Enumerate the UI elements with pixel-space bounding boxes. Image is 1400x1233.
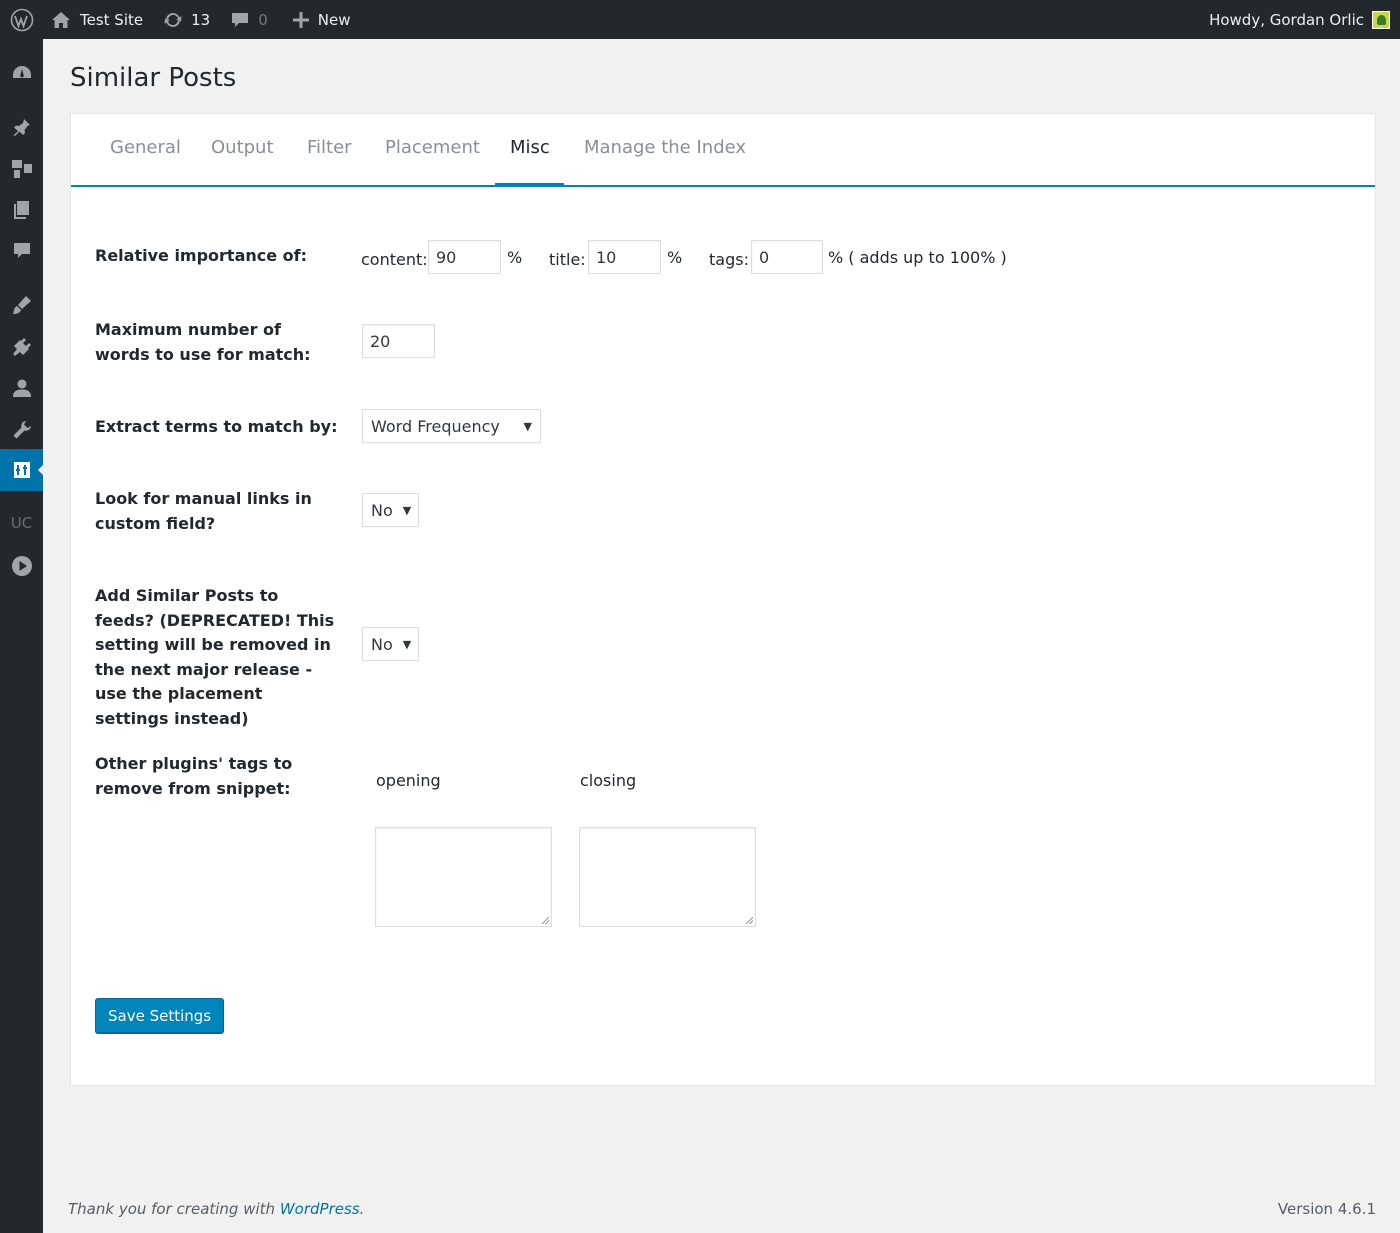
wordpress-link[interactable]: WordPress — [280, 1200, 360, 1218]
updates-count: 13 — [191, 10, 211, 29]
opening-tags-textarea[interactable] — [375, 827, 552, 927]
title-percent: % — [667, 248, 683, 267]
admin-menu: UC — [0, 39, 44, 1233]
pages-icon — [13, 201, 29, 219]
chevron-down-icon: ▼ — [402, 503, 412, 517]
settings-panel: General Output Filter Placement Misc Man… — [70, 113, 1376, 1086]
wrench-icon — [13, 421, 31, 439]
site-name: Test Site — [80, 10, 144, 29]
content-percent: % — [507, 248, 523, 267]
chevron-down-icon: ▼ — [523, 419, 532, 433]
feeds-label: Add Similar Posts to feeds? (DEPRECATED!… — [95, 586, 335, 728]
footer-thanks: Thank you for creating with WordPress. — [68, 1200, 364, 1218]
adds-up-note: % ( adds up to 100% ) — [828, 248, 1007, 267]
menu-users[interactable] — [0, 370, 43, 406]
menu-dashboard[interactable] — [0, 55, 43, 91]
menu-pages[interactable] — [0, 192, 43, 228]
tab-placement[interactable]: Placement — [385, 137, 480, 187]
comment-icon — [232, 12, 249, 27]
comments-menu[interactable]: 0 — [222, 0, 276, 39]
page-title: Similar Posts — [70, 63, 237, 93]
title-weight-input[interactable]: 10 — [588, 240, 661, 274]
relative-importance-label: Relative importance of: — [95, 246, 308, 265]
menu-media[interactable] — [0, 150, 43, 186]
menu-media-player[interactable] — [0, 548, 43, 584]
brush-icon — [12, 296, 31, 314]
my-account-menu[interactable]: Howdy, Gordan Orlic — [1201, 0, 1400, 39]
title-weight-label: title: — [549, 250, 586, 269]
extract-terms-select[interactable]: Word Frequency ▼ — [362, 409, 541, 443]
new-content-menu[interactable]: New — [284, 0, 359, 39]
extract-terms-label: Extract terms to match by: — [95, 417, 338, 436]
tab-bar: General Output Filter Placement Misc Man… — [71, 114, 1375, 187]
new-label: New — [317, 10, 351, 29]
menu-posts[interactable] — [0, 109, 43, 145]
home-icon — [52, 11, 70, 28]
menu-settings[interactable] — [0, 449, 44, 491]
menu-plugins[interactable] — [0, 329, 43, 365]
media-icon — [11, 160, 32, 178]
tab-general[interactable]: General — [110, 137, 181, 187]
manual-links-label: Look for manual links in custom field? — [95, 489, 312, 533]
menu-appearance[interactable] — [0, 287, 43, 323]
tab-output[interactable]: Output — [211, 137, 274, 187]
settings-sliders-icon — [13, 462, 30, 478]
plugin-icon — [12, 338, 31, 356]
updates-menu[interactable]: 13 — [155, 0, 218, 39]
play-icon — [11, 556, 32, 576]
footer-version: Version 4.6.1 — [1277, 1200, 1376, 1218]
comments-count: 0 — [258, 10, 268, 29]
wordpress-logo-icon — [10, 8, 33, 31]
user-icon — [12, 379, 31, 397]
max-words-label: Maximum number of words to use for match… — [95, 320, 311, 364]
comments-icon — [13, 243, 30, 258]
content-weight-input[interactable]: 90 — [428, 240, 501, 274]
tab-filter[interactable]: Filter — [307, 137, 352, 187]
updates-icon — [164, 12, 182, 27]
tab-misc[interactable]: Misc — [495, 137, 564, 187]
pin-icon — [13, 119, 30, 136]
dashboard-icon — [12, 66, 31, 78]
tab-manage-index[interactable]: Manage the Index — [584, 137, 746, 187]
menu-tools[interactable] — [0, 412, 43, 448]
site-name-menu[interactable]: Test Site — [43, 0, 151, 39]
opening-label: opening — [376, 771, 441, 790]
closing-tags-textarea[interactable] — [579, 827, 756, 927]
feeds-select[interactable]: No ▼ — [362, 627, 419, 661]
menu-uc[interactable]: UC — [0, 505, 43, 541]
chevron-down-icon: ▼ — [402, 637, 412, 651]
howdy-text: Howdy, Gordan Orlic — [1209, 10, 1364, 29]
tags-weight-label: tags: — [709, 250, 749, 269]
closing-label: closing — [580, 771, 637, 790]
wordpress-logo-menu[interactable] — [0, 0, 43, 39]
extract-terms-value: Word Frequency — [371, 416, 500, 436]
footer-thanks-suffix: . — [359, 1200, 365, 1218]
content-weight-label: content: — [361, 250, 428, 269]
avatar — [1372, 10, 1390, 29]
max-words-input[interactable]: 20 — [362, 324, 435, 358]
manual-links-select[interactable]: No ▼ — [362, 493, 419, 527]
admin-bar: Test Site 13 0 New Howdy, Gordan Orlic — [0, 0, 1400, 39]
manual-links-value: No — [371, 500, 393, 520]
menu-comments[interactable] — [0, 233, 43, 269]
footer-thanks-prefix: Thank you for creating with — [68, 1200, 280, 1218]
feeds-value: No — [371, 634, 393, 654]
tags-weight-input[interactable]: 0 — [751, 240, 823, 274]
plus-icon — [292, 11, 309, 28]
uc-icon: UC — [10, 514, 33, 532]
save-settings-button[interactable]: Save Settings — [95, 998, 225, 1033]
remove-tags-label: Other plugins' tags to remove from snipp… — [95, 754, 293, 798]
